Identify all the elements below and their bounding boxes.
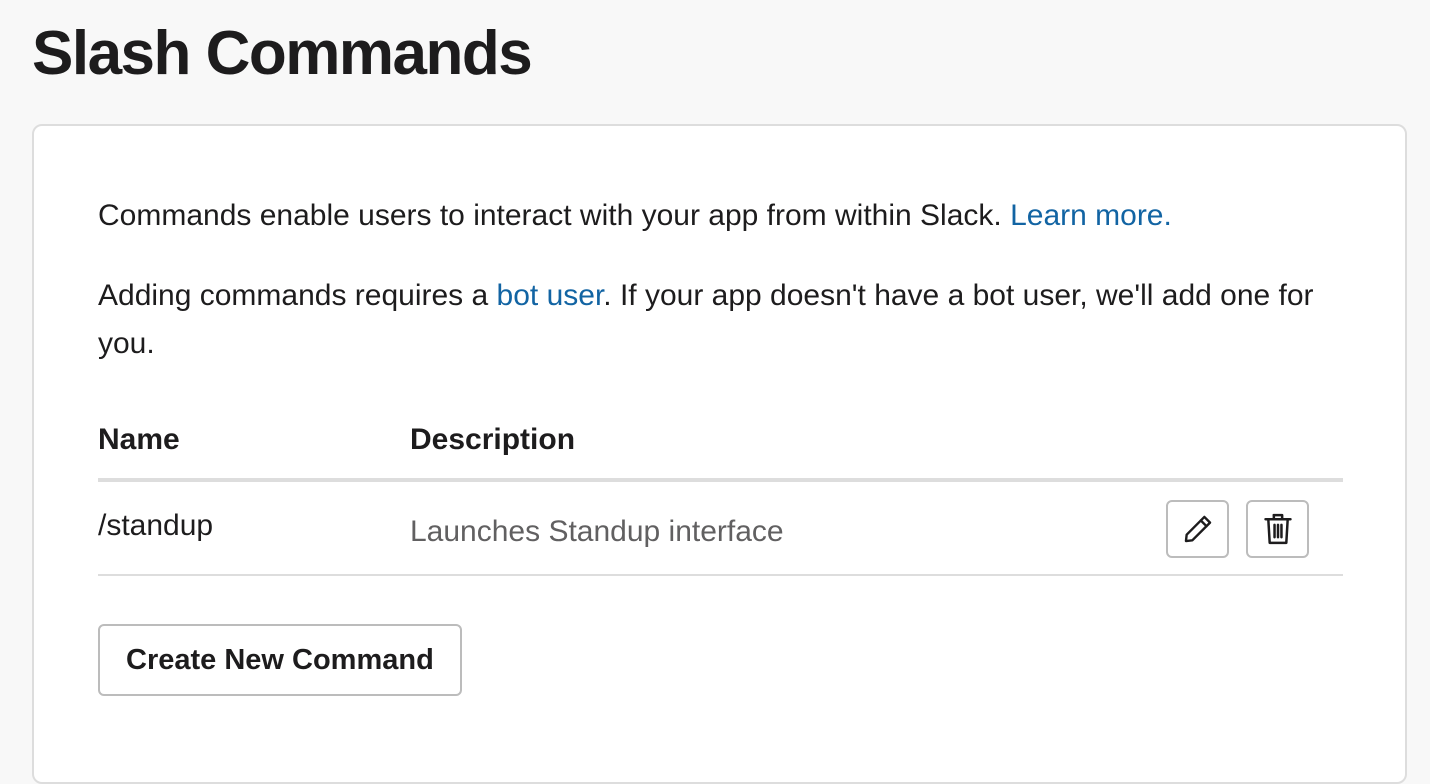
page-title: Slash Commands <box>32 19 533 88</box>
intro-text: Commands enable users to interact with y… <box>98 192 1338 368</box>
table-header: Name Description <box>98 418 1343 482</box>
command-description: Launches Standup interface <box>410 515 784 548</box>
column-header-description: Description <box>410 423 576 456</box>
bot-user-link[interactable]: bot user <box>497 279 604 312</box>
intro-commands-text: Commands enable users to interact with y… <box>98 199 1011 232</box>
intro-paragraph-bot-user: Adding commands requires a bot user. If … <box>98 272 1338 368</box>
slash-commands-card: Commands enable users to interact with y… <box>32 124 1407 784</box>
create-new-command-button[interactable]: Create New Command <box>98 624 462 696</box>
table-row: /standup Launches Standup interface <box>98 482 1343 576</box>
intro-bot-pre-text: Adding commands requires a <box>98 279 497 312</box>
command-name: /standup <box>98 509 214 542</box>
column-header-name: Name <box>98 423 180 456</box>
delete-command-button[interactable] <box>1246 500 1309 558</box>
intro-paragraph-commands: Commands enable users to interact with y… <box>98 192 1338 240</box>
learn-more-link[interactable]: Learn more. <box>1010 199 1172 232</box>
edit-command-button[interactable] <box>1166 500 1229 558</box>
pencil-icon <box>1181 512 1215 546</box>
trash-icon <box>1261 511 1295 547</box>
commands-table: Name Description /standup Launches Stand… <box>98 418 1343 576</box>
